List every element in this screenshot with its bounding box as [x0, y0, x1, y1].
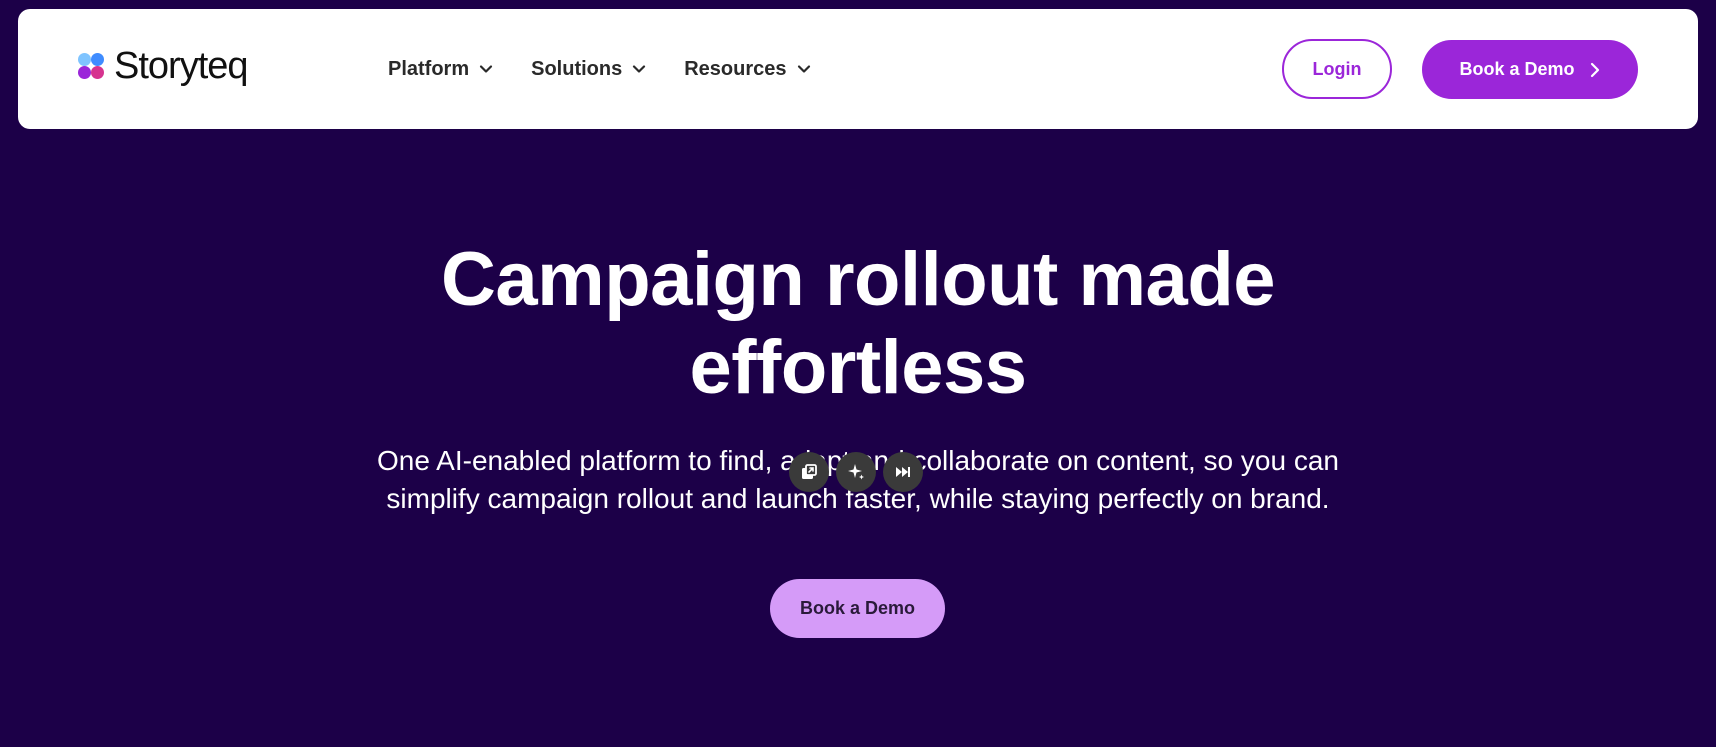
logo-wordmark: Storyteq	[114, 45, 249, 87]
hero-title-line: Campaign rollout made	[440, 237, 1276, 322]
nav-item-label: Resources	[684, 57, 787, 80]
book-demo-button-hero[interactable]: Book a Demo	[770, 579, 945, 638]
storyteq-logo[interactable]: Storyteq	[78, 45, 249, 88]
chevron-right-icon	[1590, 62, 1599, 77]
picture-in-picture-button[interactable]	[789, 452, 829, 492]
skip-forward-icon	[896, 467, 910, 477]
sparkle-icon	[848, 464, 864, 480]
main-nav: Platform Solutions Resources	[388, 9, 811, 129]
hero-title: Campaign rollout made effortless	[0, 236, 1716, 412]
chevron-down-icon	[480, 65, 493, 73]
book-demo-label: Book a Demo	[1459, 59, 1575, 79]
ai-sparkle-button[interactable]	[836, 452, 876, 492]
nav-item-platform[interactable]: Platform	[388, 58, 493, 81]
nav-item-resources[interactable]: Resources	[684, 58, 810, 81]
nav-item-label: Solutions	[531, 57, 623, 80]
nav-item-solutions[interactable]: Solutions	[531, 58, 646, 81]
skip-forward-button[interactable]	[883, 452, 923, 492]
hero-title-line: effortless	[689, 325, 1027, 410]
chevron-down-icon	[633, 65, 646, 73]
chevron-down-icon	[797, 65, 810, 73]
picture-in-picture-icon	[802, 464, 817, 479]
media-overlay-controls	[789, 452, 923, 492]
nav-item-label: Platform	[388, 57, 470, 80]
book-demo-button-header[interactable]: Book a Demo	[1422, 40, 1638, 99]
top-navbar: Storyteq Platform Solutions Resources Lo…	[18, 9, 1698, 129]
logo-dots-icon	[78, 52, 106, 81]
login-button[interactable]: Login	[1282, 39, 1392, 99]
